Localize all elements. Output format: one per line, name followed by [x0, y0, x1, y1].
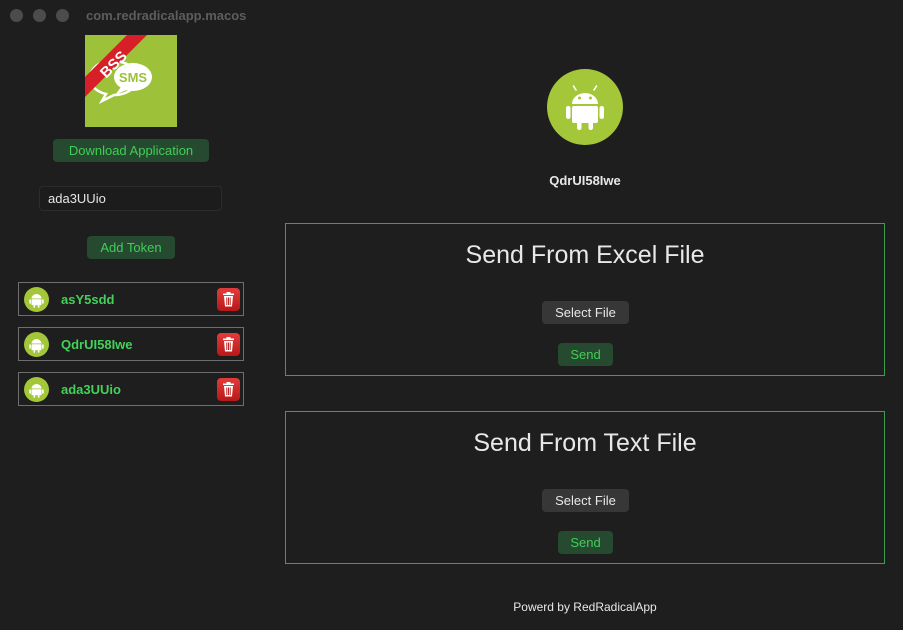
android-icon — [24, 287, 49, 312]
zoom-window-button[interactable] — [56, 9, 69, 22]
excel-panel-heading: Send From Excel File — [465, 241, 705, 269]
token-list-item[interactable]: ada3UUio — [18, 372, 244, 406]
trash-icon — [223, 292, 234, 307]
excel-select-file-button[interactable]: Select File — [542, 301, 629, 324]
close-window-button[interactable] — [10, 9, 23, 22]
token-name: ada3UUio — [61, 382, 121, 397]
download-application-button[interactable]: Download Application — [53, 139, 209, 162]
token-list-item[interactable]: QdrUI58Iwe — [18, 327, 244, 361]
text-file-panel: Send From Text File Select File Send — [285, 411, 885, 564]
add-token-button[interactable]: Add Token — [87, 236, 175, 259]
delete-token-button[interactable] — [217, 378, 240, 401]
app-logo: SMS BSS — [85, 35, 177, 127]
trash-icon — [223, 382, 234, 397]
android-icon — [24, 377, 49, 402]
excel-file-panel: Send From Excel File Select File Send — [285, 223, 885, 376]
token-name: asY5sdd — [61, 292, 115, 307]
logo-sms-text: SMS — [119, 70, 148, 85]
selected-device-name: QdrUI58Iwe — [549, 173, 621, 188]
app-window: com.redradicalapp.macos SMS BSS Download… — [0, 0, 903, 630]
excel-send-button[interactable]: Send — [558, 343, 613, 366]
footer-credit: Powerd by RedRadicalApp — [513, 600, 657, 614]
android-icon — [547, 69, 623, 145]
minimize-window-button[interactable] — [33, 9, 46, 22]
delete-token-button[interactable] — [217, 333, 240, 356]
window-title: com.redradicalapp.macos — [86, 8, 247, 23]
token-list-item[interactable]: asY5sdd — [18, 282, 244, 316]
delete-token-button[interactable] — [217, 288, 240, 311]
token-name: QdrUI58Iwe — [61, 337, 133, 352]
trash-icon — [223, 337, 234, 352]
text-select-file-button[interactable]: Select File — [542, 489, 629, 512]
token-input[interactable] — [39, 186, 222, 211]
title-bar: com.redradicalapp.macos — [0, 0, 903, 30]
android-icon — [24, 332, 49, 357]
text-panel-heading: Send From Text File — [473, 429, 697, 457]
text-send-button[interactable]: Send — [558, 531, 613, 554]
